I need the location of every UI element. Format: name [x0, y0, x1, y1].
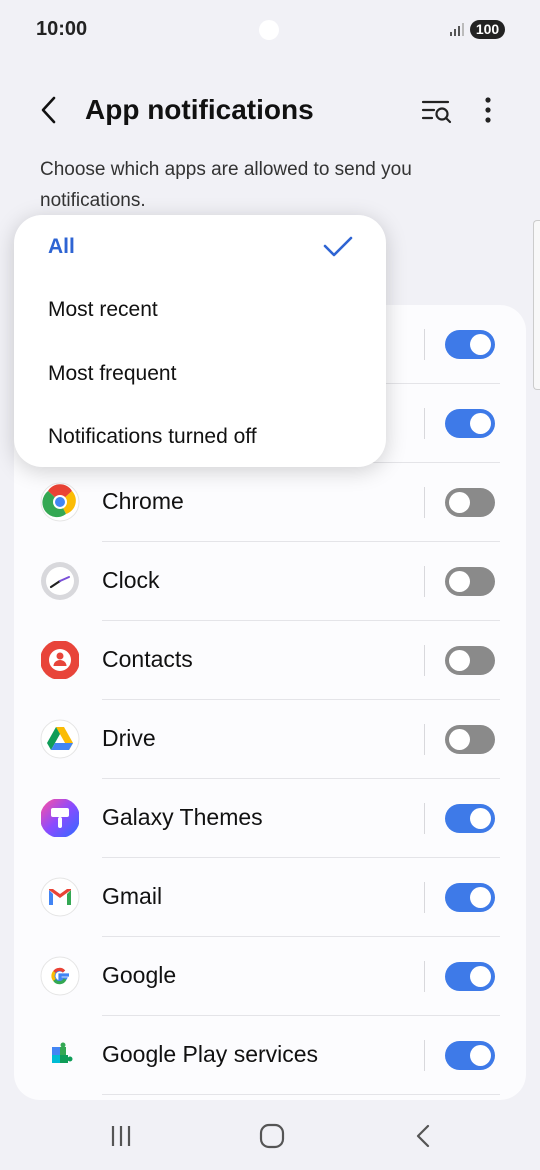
home-icon[interactable]	[257, 1122, 287, 1150]
notification-toggle[interactable]	[445, 646, 495, 675]
app-name: Google	[102, 962, 177, 988]
app-name: Google Play services	[102, 1041, 319, 1067]
notification-toggle[interactable]	[445, 804, 495, 833]
more-vertical-icon[interactable]	[474, 94, 502, 126]
sort-option-all[interactable]: All	[48, 235, 75, 259]
sort-option-most-recent[interactable]: Most recent	[48, 298, 158, 322]
drive-icon	[40, 719, 80, 759]
list-item[interactable]: Galaxy Themes	[14, 779, 526, 858]
app-name: Chrome	[102, 488, 184, 514]
app-name: Clock	[102, 567, 160, 593]
status-bar: 10:00 100	[0, 0, 540, 60]
filter-search-icon[interactable]	[420, 96, 454, 126]
app-name: Galaxy Themes	[102, 804, 263, 830]
navigation-bar	[0, 1100, 540, 1170]
galaxy-themes-icon	[41, 799, 79, 837]
list-item[interactable]: Google	[14, 937, 526, 1016]
status-time: 10:00	[36, 18, 88, 40]
checkmark-icon	[323, 236, 353, 257]
sort-dropdown-menu: All Most recent Most frequent Notificati…	[14, 215, 386, 467]
list-item[interactable]: Google Play services	[14, 1016, 526, 1095]
contacts-icon	[41, 641, 79, 679]
list-item[interactable]: Clock	[14, 542, 526, 621]
battery-indicator: 100	[470, 20, 505, 39]
chrome-icon	[40, 482, 80, 522]
recents-icon[interactable]	[106, 1122, 136, 1150]
front-camera	[259, 20, 279, 40]
list-item[interactable]: Contacts	[14, 621, 526, 700]
notification-toggle[interactable]	[445, 962, 495, 991]
scrollbar[interactable]	[533, 220, 540, 390]
notification-toggle[interactable]	[445, 883, 495, 912]
google-play-services-icon	[52, 1042, 73, 1063]
app-name: Drive	[102, 725, 156, 751]
sort-option-most-frequent[interactable]: Most frequent	[48, 362, 176, 386]
clock-icon	[41, 562, 79, 600]
notification-toggle[interactable]	[445, 1041, 495, 1070]
list-item[interactable]: Drive	[14, 700, 526, 779]
app-bar: App notifications	[0, 80, 540, 140]
list-item[interactable]: Chrome	[14, 463, 526, 542]
signal-icon	[450, 23, 464, 36]
app-name: Gmail	[102, 883, 163, 909]
notification-toggle[interactable]	[445, 488, 495, 517]
chevron-left-icon[interactable]	[34, 94, 66, 126]
gmail-icon	[40, 877, 80, 917]
sort-option-notifications-off[interactable]: Notifications turned off	[48, 425, 257, 449]
back-icon[interactable]	[408, 1122, 438, 1150]
list-item[interactable]: Gmail	[14, 858, 526, 937]
app-name: Contacts	[102, 646, 193, 672]
google-icon	[40, 956, 80, 996]
notification-toggle[interactable]	[445, 409, 495, 438]
page-description: Choose which apps are allowed to send yo…	[40, 159, 412, 211]
notification-toggle[interactable]	[445, 330, 495, 359]
notification-toggle[interactable]	[445, 567, 495, 596]
notification-toggle[interactable]	[445, 725, 495, 754]
page-title: App notifications	[85, 94, 314, 125]
